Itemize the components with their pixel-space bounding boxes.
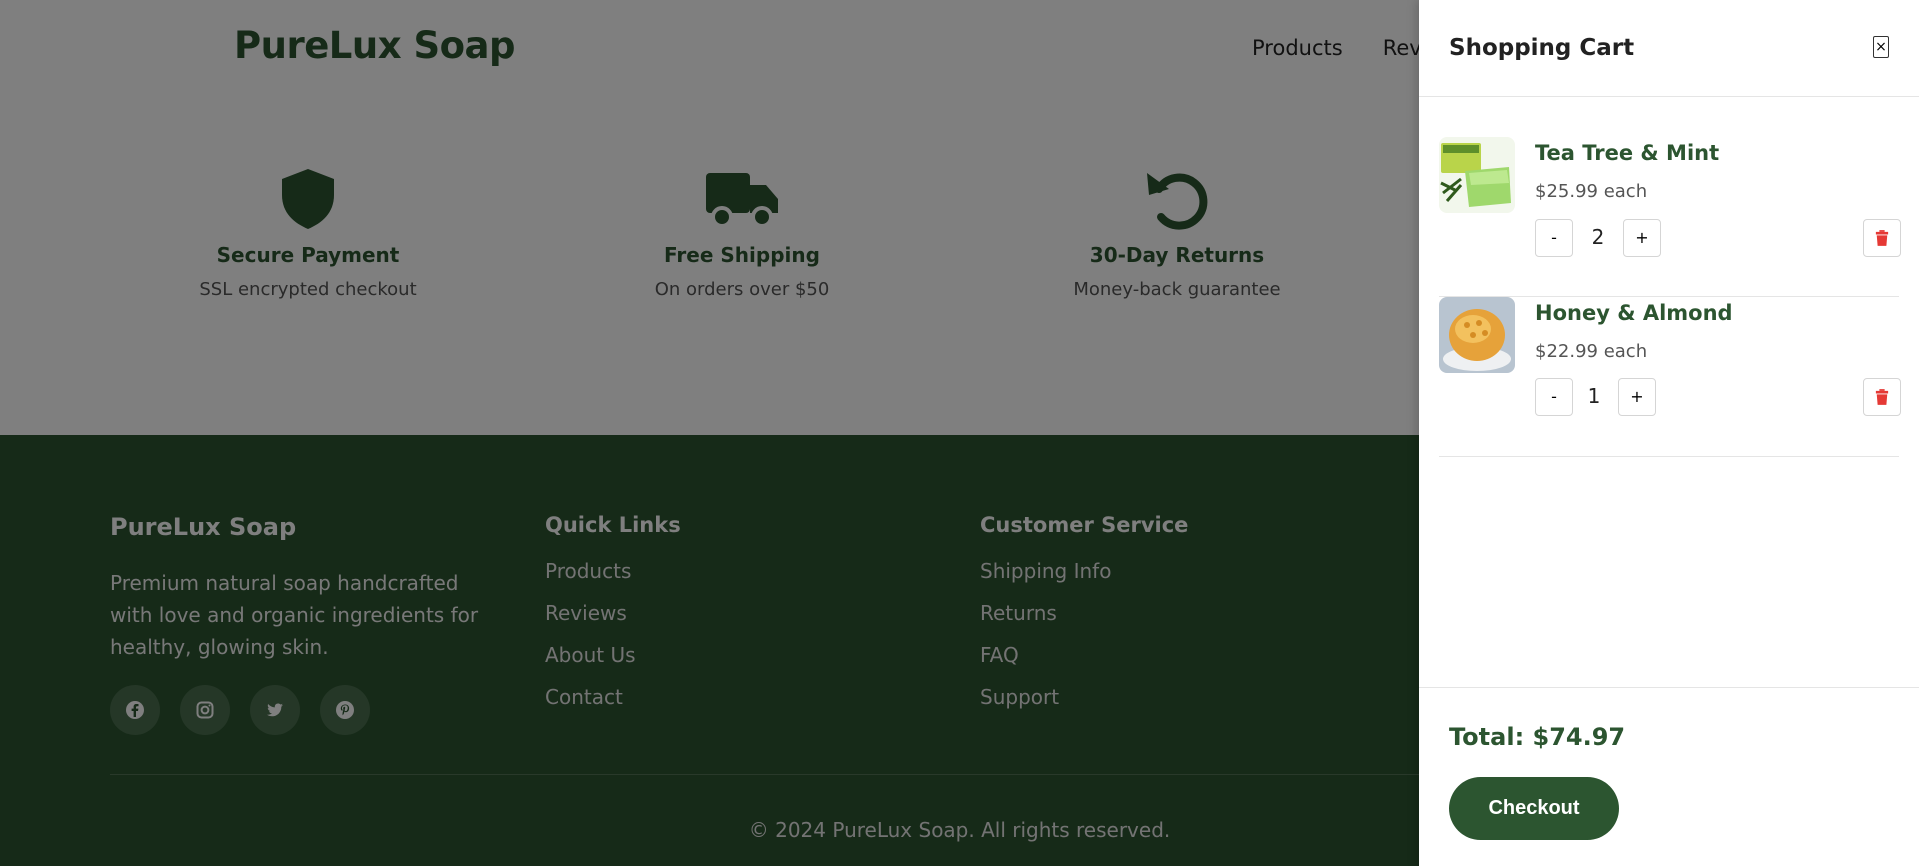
trash-icon [1875,389,1889,405]
item-price: $25.99 each [1535,181,1648,202]
honey-almond-soap-image [1439,297,1515,373]
remove-item-button[interactable] [1863,378,1901,416]
cart-total: Total: $74.97 [1449,723,1626,751]
cart-footer: Total: $74.97 Checkout [1419,687,1919,866]
close-cart-button[interactable]: × [1873,36,1889,58]
cart-item: Tea Tree & Mint $25.99 each - 2 + [1439,137,1901,297]
trash-icon [1875,230,1889,246]
cart-header: Shopping Cart × [1419,0,1919,97]
qty-decrease-button[interactable]: - [1535,378,1573,416]
tea-tree-soap-image [1439,137,1515,213]
remove-item-button[interactable] [1863,219,1901,257]
qty-increase-button[interactable]: + [1623,219,1661,257]
cart-item: Honey & Almond $22.99 each - 1 + [1439,297,1901,457]
cart-drawer: Shopping Cart × Tea Tree & Mint $25.99 e… [1419,0,1919,866]
qty-decrease-button[interactable]: - [1535,219,1573,257]
qty-value: 2 [1591,225,1605,249]
product-thumbnail [1439,297,1515,373]
checkout-button[interactable]: Checkout [1449,777,1619,840]
product-thumbnail [1439,137,1515,213]
item-price: $22.99 each [1535,341,1648,362]
qty-increase-button[interactable]: + [1618,378,1656,416]
item-name[interactable]: Tea Tree & Mint [1535,141,1719,165]
cart-title: Shopping Cart [1449,35,1635,61]
item-name[interactable]: Honey & Almond [1535,301,1733,325]
qty-value: 1 [1587,384,1601,408]
